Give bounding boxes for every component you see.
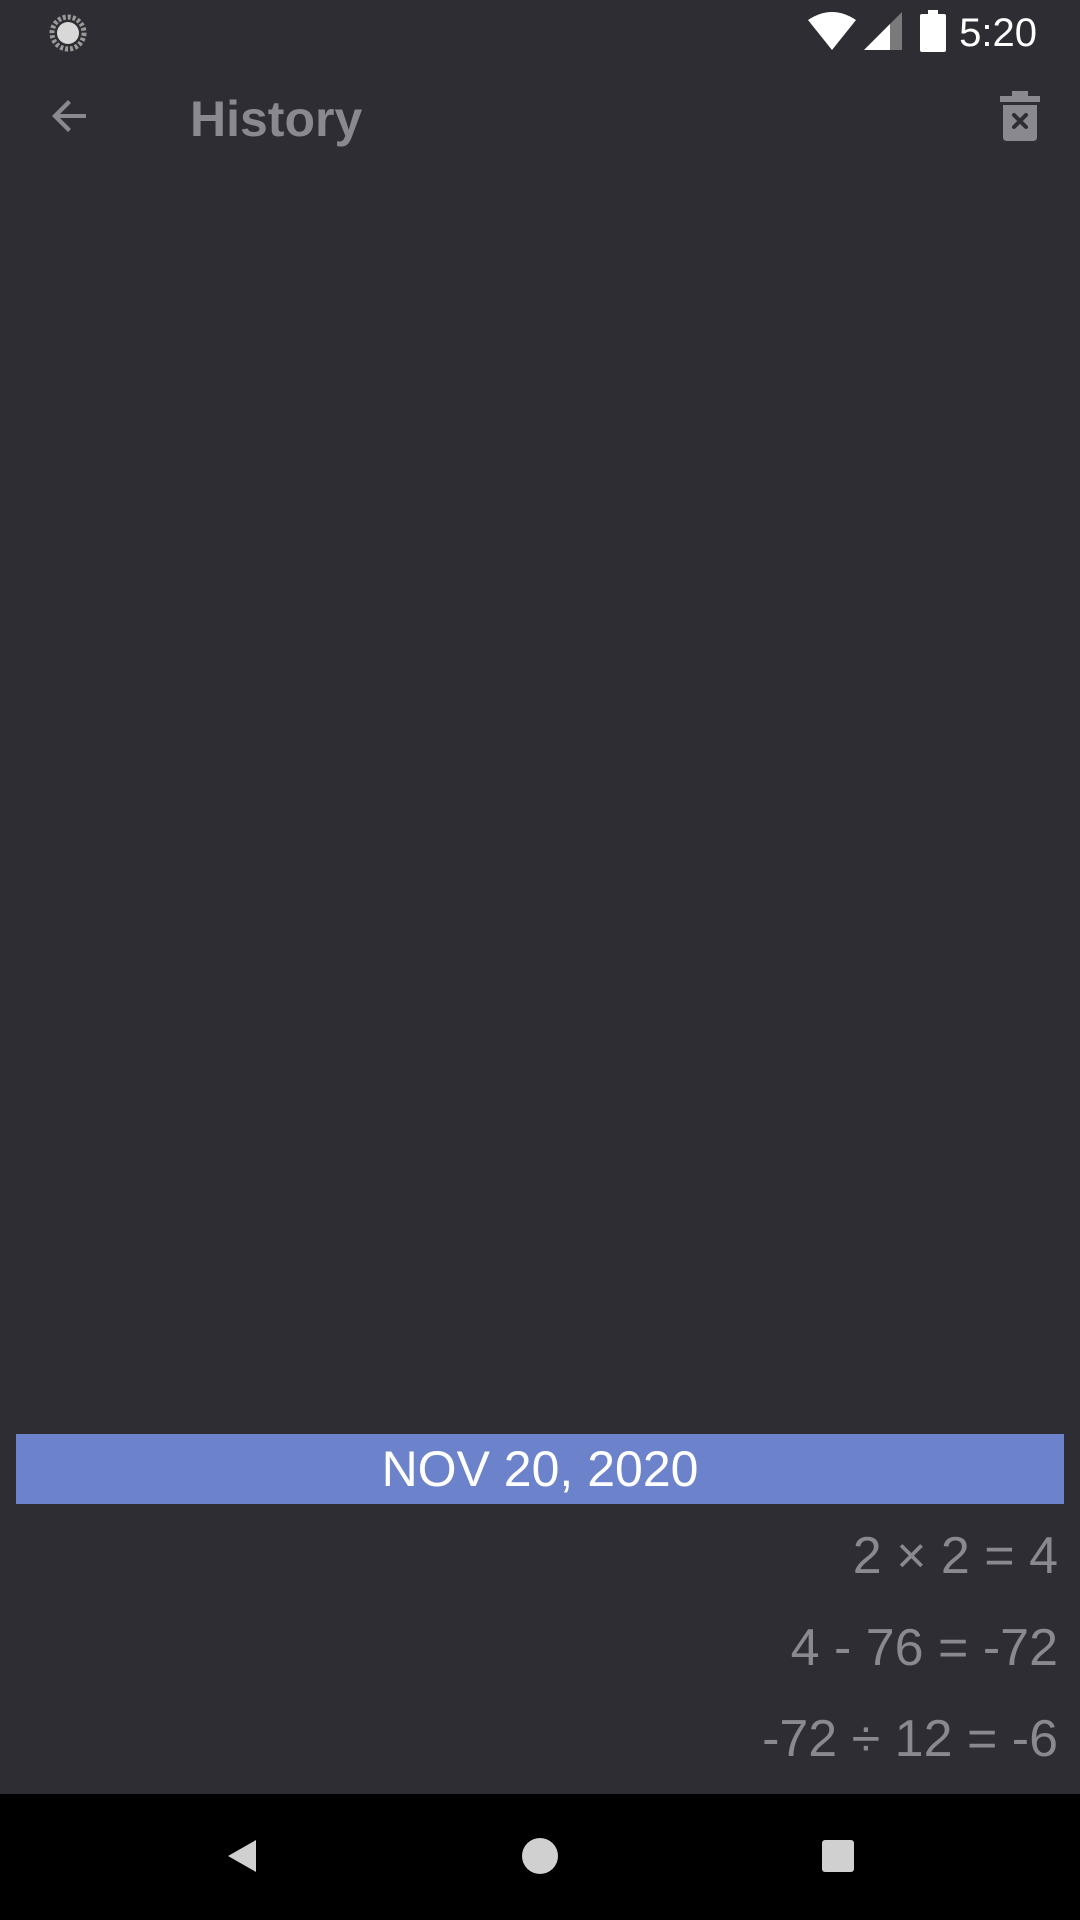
navigation-bar: [0, 1794, 1080, 1920]
status-icons: 5:20: [780, 0, 1080, 66]
recents-square-icon: [818, 1836, 858, 1881]
history-screen: 5:20 History NOV 20, 2020 2 × 2 = 4 4 - …: [0, 0, 1080, 1920]
home-circle-icon: [520, 1836, 560, 1881]
wifi-icon: [808, 12, 856, 50]
signal-icon: [864, 12, 902, 50]
history-item[interactable]: 4 - 76 = -72: [58, 1608, 1058, 1688]
status-time: 5:20: [959, 11, 1037, 55]
nav-back-button[interactable]: [206, 1822, 278, 1894]
status-bar: 5:20: [0, 0, 1080, 66]
page-title: History: [190, 91, 363, 147]
back-triangle-icon: [222, 1836, 262, 1881]
history-item[interactable]: -72 ÷ 12 = -6: [58, 1699, 1058, 1779]
history-item[interactable]: 2 × 2 = 4: [58, 1516, 1058, 1596]
app-bar: History: [0, 66, 1080, 170]
back-button[interactable]: [30, 82, 110, 154]
delete-history-icon: [1000, 90, 1040, 146]
history-date-header: NOV 20, 2020: [16, 1434, 1064, 1504]
battery-icon: [920, 10, 946, 52]
arrow-back-icon: [46, 92, 94, 145]
delete-history-button[interactable]: [982, 80, 1058, 156]
nav-home-button[interactable]: [504, 1822, 576, 1894]
nav-recents-button[interactable]: [802, 1822, 874, 1894]
loading-icon: [48, 13, 88, 53]
